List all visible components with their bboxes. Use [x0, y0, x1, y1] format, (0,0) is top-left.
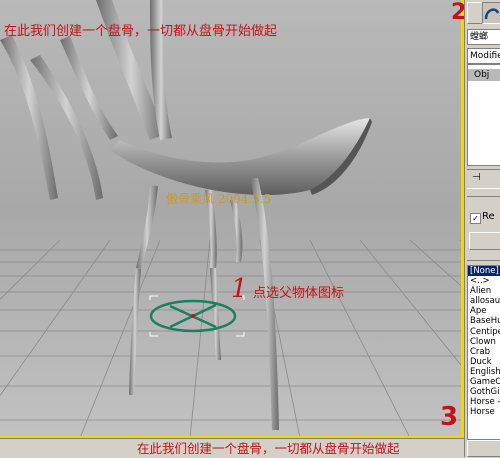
list-item[interactable]: [None]	[468, 266, 500, 277]
panel-bottom-button[interactable]	[467, 440, 500, 457]
list-item[interactable]: Horse -	[468, 397, 500, 407]
step-1-marker: 1	[231, 274, 248, 304]
rollout-divider-2	[467, 260, 500, 261]
rollout-divider	[467, 196, 500, 197]
pin-stack-icon[interactable]: ⊣	[472, 172, 481, 183]
list-item[interactable]: Alien	[468, 286, 500, 296]
figure-list[interactable]: [None]<..>AlienallosaurApeBaseHuCentipeC…	[467, 265, 500, 440]
list-item[interactable]: Ape	[468, 306, 500, 316]
top-caption: 在此我们创建一个盘骨，一切都从盘骨开始做起	[4, 24, 278, 39]
list-item[interactable]: Clown	[468, 337, 500, 347]
modifier-list-dropdown[interactable]: Modifier	[467, 48, 500, 64]
list-item[interactable]: <..>	[468, 276, 500, 286]
modify-tab[interactable]	[482, 2, 500, 24]
checkbox[interactable]: ✓	[470, 213, 481, 224]
stack-item[interactable]: Obj	[468, 69, 500, 81]
watermark: 傲骨乘风 2004.5.5	[166, 192, 272, 206]
list-item[interactable]: GameCl	[468, 377, 500, 387]
create-tab[interactable]	[467, 2, 483, 24]
mantis-model[interactable]	[0, 0, 463, 438]
parent-bone-icon[interactable]	[149, 295, 245, 337]
list-item[interactable]: Horse	[468, 407, 500, 417]
modifier-stack[interactable]: Obj	[467, 64, 500, 166]
modify-arc-icon	[484, 8, 500, 20]
object-name-field[interactable]: 螳螂	[467, 29, 500, 45]
list-item[interactable]: GothGirl	[468, 387, 500, 397]
list-item[interactable]: Duck	[468, 357, 500, 367]
perspective-viewport[interactable]: 在此我们创建一个盘骨，一切都从盘骨开始做起 傲骨乘风 2004.5.5 1 点选…	[0, 0, 463, 438]
click-hint-label: 点选父物体图标	[253, 286, 345, 301]
list-item[interactable]: Centipe	[468, 327, 500, 337]
checkbox-label: Re	[482, 211, 495, 222]
list-item[interactable]: Crab	[468, 347, 500, 357]
step-3-marker: 3	[440, 402, 459, 432]
command-panel: 螳螂 Modifier Obj ⊣ ✓ Re [None]<..>Alienal…	[464, 0, 500, 457]
list-item[interactable]: BaseHu	[468, 316, 500, 326]
panel-button[interactable]	[469, 232, 500, 250]
status-caption: 在此我们创建一个盘骨，一切都从盘骨开始做起	[137, 441, 400, 456]
list-item[interactable]: EnglishI	[468, 367, 500, 377]
list-item[interactable]: allosaur	[468, 296, 500, 306]
